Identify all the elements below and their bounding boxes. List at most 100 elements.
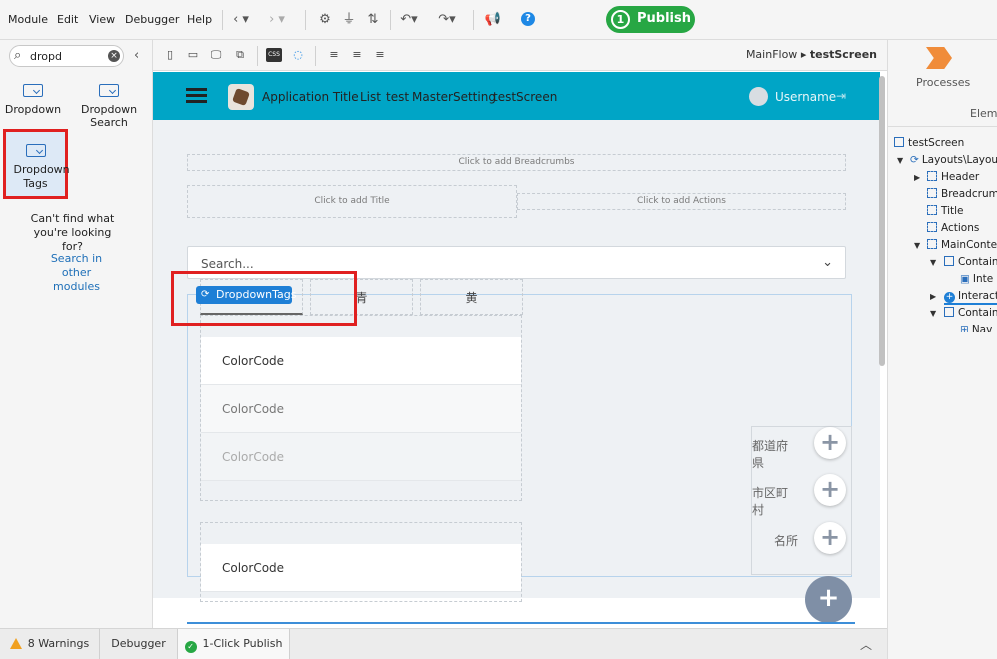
nav-item-testscreen[interactable]: testScreen <box>493 90 557 104</box>
nav-item-test[interactable]: test <box>386 90 409 104</box>
tree-item-nav[interactable]: ⊞ Nav <box>960 324 992 332</box>
tree-item-inte[interactable]: ▣ Inte <box>960 273 993 285</box>
plug-icon[interactable]: ⏚ <box>340 11 358 29</box>
toolbar-divider <box>222 10 223 30</box>
dropdown-tags-icon <box>25 144 46 157</box>
add-spot-button[interactable]: + <box>814 522 846 554</box>
toolbar-divider <box>257 46 258 66</box>
app-header: Application Title List test MasterSettin… <box>153 72 880 120</box>
color-list-panel-2: ColorCode <box>200 522 522 602</box>
selection-indicator <box>187 622 855 624</box>
widget-search-input[interactable]: ⌕ dropd × <box>9 45 124 67</box>
actions-placeholder[interactable]: Click to add Actions <box>517 193 846 210</box>
search-icon: ⌕ <box>14 48 22 63</box>
css-icon[interactable]: CSS <box>266 48 282 62</box>
tree-item-title[interactable]: Title <box>927 205 964 217</box>
undo-icon[interactable]: ↶▾ <box>400 11 418 29</box>
processes-icon[interactable] <box>926 47 952 69</box>
toolbar-divider <box>390 10 391 30</box>
search-placeholder: Search... <box>201 257 254 271</box>
breadcrumb-separator-icon: ▸ <box>800 48 810 61</box>
tree-item-interactive[interactable]: + Interact <box>944 290 997 305</box>
processes-tab[interactable]: Processes <box>916 76 970 89</box>
check-icon: ✓ <box>184 641 197 653</box>
location-panel: 都道府県 + 市区町村 + 名所 + <box>751 426 852 575</box>
widget-dropdown[interactable]: Dropdown <box>3 84 63 116</box>
fab-add-button[interactable]: + <box>805 576 852 623</box>
warnings-label: 8 Warnings <box>27 637 90 650</box>
layers-icon[interactable]: ⧉ <box>233 48 247 62</box>
menu-edit[interactable]: Edit <box>57 13 78 26</box>
chevron-down-icon[interactable]: ⌄ <box>822 255 833 270</box>
align-left-icon[interactable]: ≡ <box>327 48 341 62</box>
dropdown-search-icon <box>99 84 119 97</box>
label-spot: 名所 <box>773 534 798 548</box>
tab-yellow[interactable]: 黄 <box>420 279 523 315</box>
debugger-tab[interactable]: Debugger <box>100 629 178 659</box>
tree-item-screen[interactable]: testScreen <box>894 137 964 149</box>
back-arrow-icon[interactable]: ‹ ▾ <box>232 11 250 29</box>
forward-arrow-icon[interactable]: › ▾ <box>268 11 286 29</box>
title-placeholder[interactable]: Click to add Title <box>187 185 517 218</box>
toolbar-divider <box>305 10 306 30</box>
search-other-modules-link[interactable]: Search in other modules <box>0 252 153 294</box>
breadcrumb-flow[interactable]: MainFlow <box>746 48 797 61</box>
publish-button[interactable]: 1 Publish <box>606 6 695 33</box>
tree-item-header[interactable]: Header <box>927 171 979 183</box>
tree-item-container[interactable]: Contain <box>944 256 997 268</box>
color-list-panel: ColorCode ColorCode ColorCode <box>200 315 522 501</box>
toolbar-divider <box>315 46 316 66</box>
chevron-up-icon[interactable]: ︿ <box>860 636 872 653</box>
nav-item-mastersetting[interactable]: MasterSetting <box>412 90 496 104</box>
megaphone-icon[interactable]: 📢 <box>484 11 502 29</box>
tablet-icon[interactable]: ▭ <box>186 48 200 62</box>
widget-icon: ⟳ <box>910 154 919 166</box>
tree-item-container-2[interactable]: Contain <box>944 307 997 319</box>
list-item[interactable]: ColorCode <box>201 544 521 592</box>
warnings-tab[interactable]: 8 Warnings <box>0 629 100 659</box>
add-prefecture-button[interactable]: + <box>814 427 846 459</box>
list-item[interactable]: ColorCode <box>201 385 521 433</box>
collapse-panel-icon[interactable]: ‹ <box>134 48 139 63</box>
menu-bar: Module Edit View Debugger Help ‹ ▾ › ▾ ⚙… <box>0 0 997 40</box>
main-content: Click to add Breadcrumbs Click to add Ti… <box>153 120 880 624</box>
widget-dropdown-search[interactable]: Dropdown Search <box>74 84 144 129</box>
menu-help[interactable]: Help <box>187 13 212 26</box>
menu-module[interactable]: Module <box>8 13 48 26</box>
gear-icon[interactable]: ⚙ <box>316 11 334 29</box>
publish-tab[interactable]: ✓ 1-Click Publish <box>178 629 290 659</box>
input-icon: ▣ <box>960 273 970 285</box>
tree-item-maincontent[interactable]: MainConte <box>927 239 997 251</box>
app-logo <box>228 84 254 110</box>
desktop-icon[interactable]: 🖵 <box>209 48 223 62</box>
menu-view[interactable]: View <box>89 13 115 26</box>
align-center-icon[interactable]: ≡ <box>350 48 364 62</box>
nav-item-list[interactable]: List <box>360 90 381 104</box>
elements-tab[interactable]: Eleme <box>970 107 997 120</box>
widget-label: Dropdown <box>4 103 62 116</box>
label-city: 市区町村 <box>752 486 789 517</box>
help-icon[interactable]: ? <box>521 12 535 26</box>
list-item[interactable]: ColorCode <box>201 337 521 385</box>
compare-icon[interactable]: ⇅ <box>364 11 382 29</box>
logout-icon[interactable]: ⇥ <box>836 89 846 103</box>
tree-item-actions[interactable]: Actions <box>927 222 979 234</box>
phone-icon[interactable]: ▯ <box>163 48 177 62</box>
tree-item-layout[interactable]: ⟳ Layouts\Layou <box>910 154 997 166</box>
breadcrumbs-placeholder[interactable]: Click to add Breadcrumbs <box>187 154 846 171</box>
avatar <box>749 87 768 106</box>
tree-item-breadcrumbs[interactable]: Breadcrum <box>927 188 997 200</box>
list-item[interactable]: ColorCode <box>201 433 521 481</box>
clear-icon[interactable]: × <box>108 50 120 62</box>
highlight-frame <box>171 271 357 326</box>
add-city-button[interactable]: + <box>814 474 846 506</box>
theme-icon[interactable]: ◌ <box>291 48 305 62</box>
redo-icon[interactable]: ↷▾ <box>438 11 456 29</box>
align-right-icon[interactable]: ≡ <box>373 48 387 62</box>
publish-tab-label: 1-Click Publish <box>202 637 283 650</box>
hamburger-menu-icon[interactable] <box>186 88 207 104</box>
canvas-scrollbar[interactable] <box>879 76 885 366</box>
widget-dropdown-tags[interactable]: Dropdown Tags <box>3 129 70 199</box>
menu-debugger[interactable]: Debugger <box>125 13 179 26</box>
publish-count-badge: 1 <box>611 10 630 29</box>
